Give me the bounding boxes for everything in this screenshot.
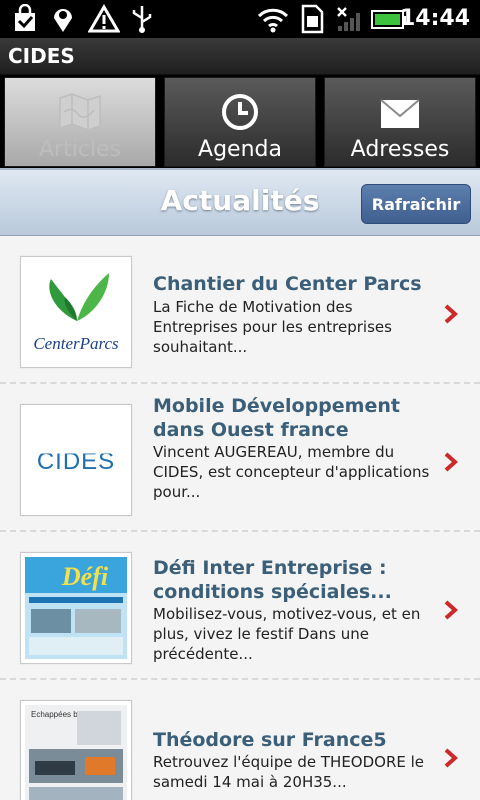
list-item[interactable]: CenterParcs Chantier du Center Parcs La … (0, 236, 480, 384)
article-title: Théodore sur France5 (153, 729, 387, 751)
chevron-right-icon[interactable] (444, 304, 458, 324)
defi-poster: Défi (25, 557, 127, 659)
article-title: Défi Inter Entreprise : conditions spéci… (153, 557, 392, 603)
centerparcs-logo-text: CenterParcs (33, 334, 119, 353)
map-icon (59, 93, 101, 131)
status-bar: 14:44 (0, 0, 480, 38)
article-description: Mobilisez-vous, motivez-vous, et en plus… (153, 605, 421, 663)
theodore-poster: Echappées belles (25, 705, 127, 800)
envelope-icon (380, 99, 420, 128)
list-item[interactable]: CIDES Mobile Développement dans Ouest fr… (0, 384, 480, 532)
tab-articles-label: Articles (38, 137, 122, 162)
refresh-button[interactable]: Rafraîchir (361, 184, 471, 224)
centerparcs-logo: CenterParcs (25, 261, 127, 363)
tab-adresses[interactable]: Adresses (324, 77, 476, 167)
article-description: Vincent AUGEREAU, membre du CIDES, est c… (153, 443, 430, 501)
chevron-right-icon[interactable] (444, 600, 458, 620)
article-title: Chantier du Center Parcs (153, 273, 422, 295)
section-header: Actualités Rafraîchir (0, 168, 480, 236)
defi-poster-text: Défi (61, 562, 109, 591)
article-thumbnail: Echappées belles (20, 700, 132, 800)
wifi-icon (257, 8, 289, 33)
article-thumbnail: CIDES (20, 404, 132, 516)
article-thumbnail: Défi (20, 552, 132, 664)
list-item[interactable]: Echappées belles Théodore sur France5 Re… (0, 680, 480, 800)
sim-icon (301, 4, 324, 34)
article-list: CenterParcs Chantier du Center Parcs La … (0, 236, 480, 800)
no-signal-icon (337, 7, 360, 31)
tab-agenda-label: Agenda (198, 137, 282, 162)
app-title-bar: CIDES (0, 38, 480, 75)
article-description: La Fiche de Motivation des Entreprises p… (153, 298, 392, 356)
bag-icon (15, 4, 35, 31)
usb-icon (132, 6, 152, 33)
article-thumbnail: CenterParcs (20, 256, 132, 368)
warning-icon (88, 4, 120, 33)
tab-adresses-label: Adresses (350, 137, 450, 162)
tab-agenda[interactable]: Agenda (164, 77, 316, 167)
app-title: CIDES (8, 44, 75, 68)
clock-icon (222, 94, 258, 130)
clock-time: 14:44 (399, 6, 470, 31)
chevron-right-icon[interactable] (444, 748, 458, 768)
article-title: Mobile Développement dans Ouest france (153, 395, 400, 441)
cides-logo: CIDES (25, 409, 127, 511)
tab-bar: Articles Agenda Adresses (0, 75, 480, 168)
chevron-right-icon[interactable] (444, 452, 458, 472)
article-description: Retrouvez l'équipe de THEODORE le samedi… (153, 753, 425, 791)
list-item[interactable]: Défi Défi Inter Entreprise : conditions … (0, 532, 480, 680)
location-pin-icon (54, 9, 72, 32)
tab-articles[interactable]: Articles (4, 77, 156, 167)
